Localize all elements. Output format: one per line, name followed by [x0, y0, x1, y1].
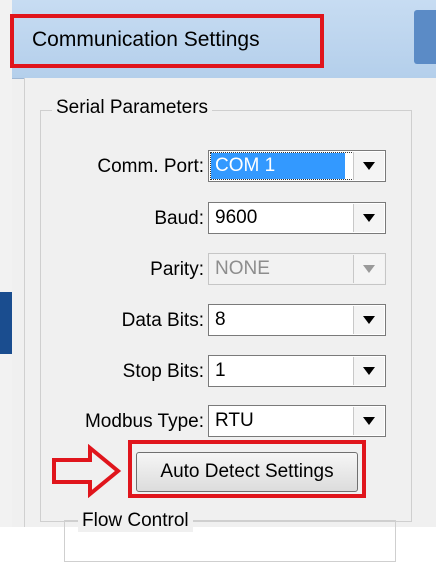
- stop-bits-value: 1: [215, 360, 226, 381]
- parity-select: NONE: [208, 253, 386, 285]
- annotation-arrow-icon: [52, 444, 122, 498]
- modbus-type-label: Modbus Type:: [84, 411, 204, 432]
- parity-dropdown-button: [353, 255, 384, 283]
- modbus-type-value: RTU: [215, 410, 254, 431]
- chevron-down-icon: [363, 316, 375, 324]
- comm-port-value: COM 1: [215, 155, 276, 176]
- chevron-down-icon: [363, 417, 375, 425]
- modbus-type-select[interactable]: RTU: [208, 405, 386, 437]
- baud-select[interactable]: 9600: [208, 202, 386, 234]
- stop-bits-select[interactable]: 1: [208, 355, 386, 387]
- parity-label: Parity:: [150, 259, 204, 280]
- title-highlight-box: [10, 14, 324, 68]
- data-bits-value: 8: [215, 309, 226, 330]
- chevron-down-icon: [363, 367, 375, 375]
- baud-value: 9600: [215, 207, 258, 228]
- flow-control-title: Flow Control: [78, 510, 193, 532]
- baud-label: Baud:: [154, 208, 204, 229]
- data-bits-select[interactable]: 8: [208, 304, 386, 336]
- modbus-type-dropdown-button[interactable]: [353, 407, 384, 435]
- comm-port-select[interactable]: COM 1: [208, 150, 386, 182]
- serial-parameters-title: Serial Parameters: [52, 97, 213, 119]
- title-bar: Communication Settings: [10, 0, 436, 79]
- chevron-down-icon: [363, 214, 375, 222]
- auto-detect-settings-button[interactable]: Auto Detect Settings: [136, 452, 358, 492]
- baud-dropdown-button[interactable]: [353, 204, 384, 232]
- data-bits-dropdown-button[interactable]: [353, 306, 384, 334]
- comm-port-label: Comm. Port:: [97, 156, 204, 177]
- stop-bits-label: Stop Bits:: [122, 361, 204, 382]
- comm-port-dropdown-button[interactable]: [353, 152, 384, 180]
- parity-value: NONE: [215, 258, 270, 279]
- data-bits-label: Data Bits:: [121, 310, 204, 331]
- chevron-down-icon: [363, 162, 375, 170]
- stop-bits-dropdown-button[interactable]: [353, 357, 384, 385]
- title-bar-button[interactable]: [414, 10, 436, 64]
- chevron-down-icon: [363, 265, 375, 273]
